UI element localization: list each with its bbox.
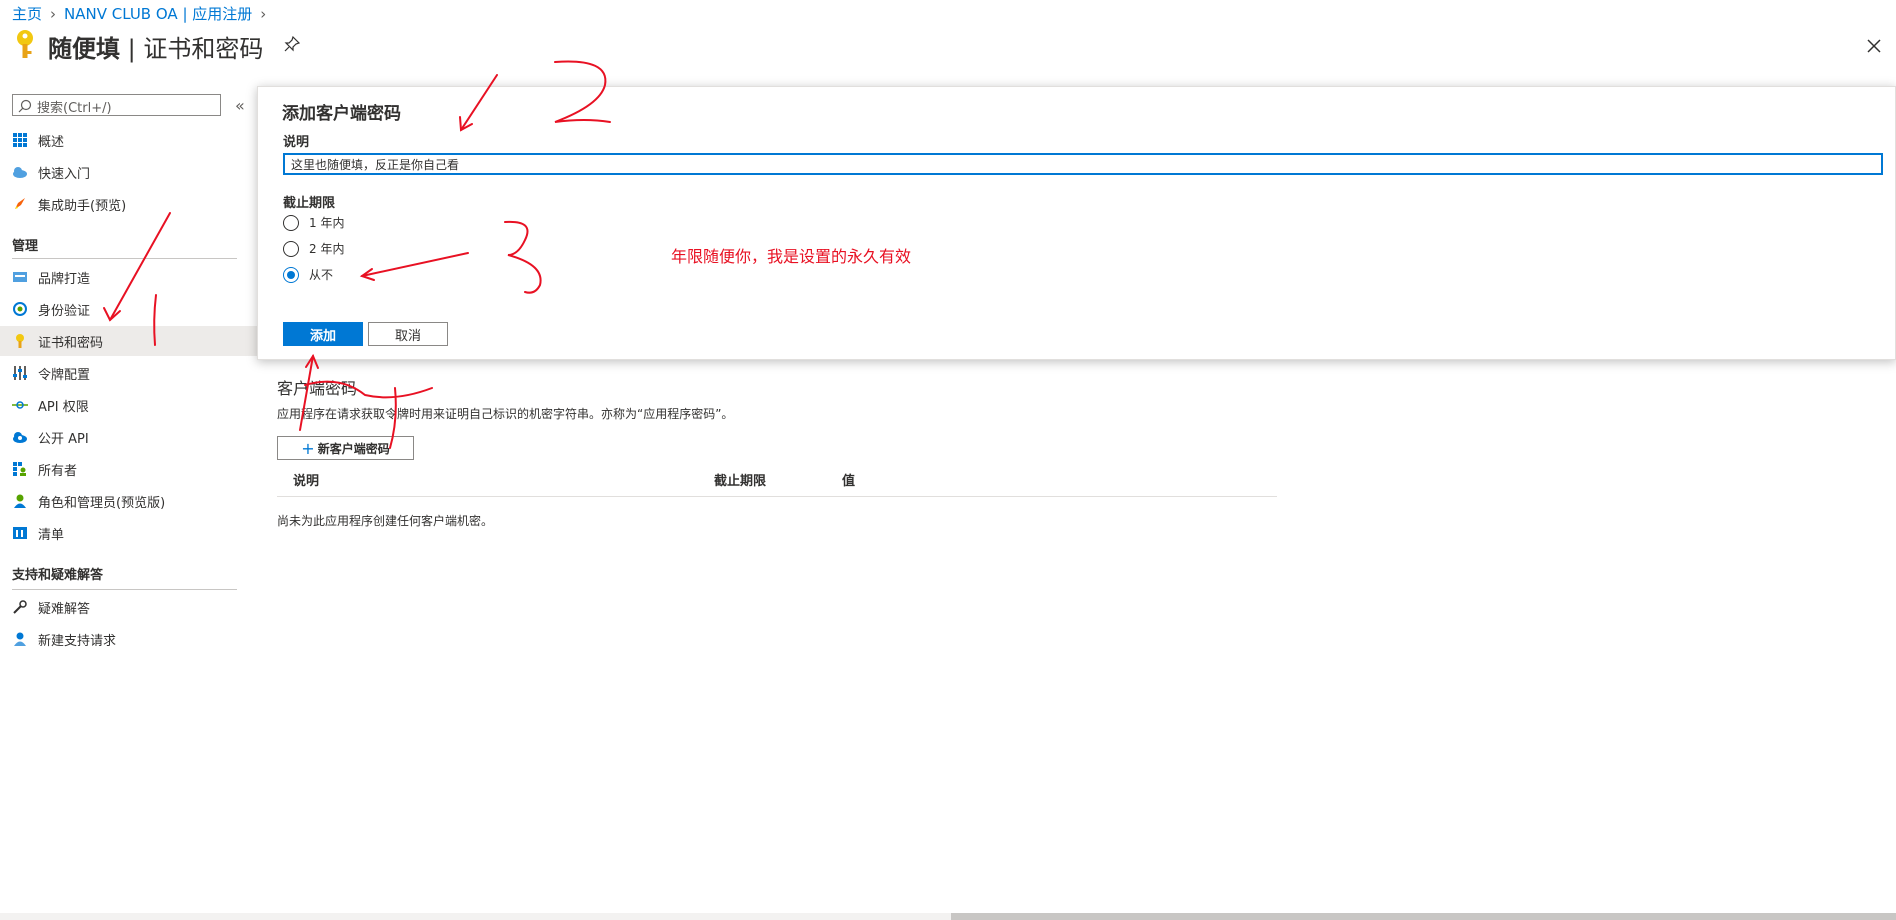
key-icon (12, 29, 38, 63)
add-button[interactable]: 添加 (283, 322, 363, 346)
breadcrumb-app-link[interactable]: NANV CLUB OA | 应用注册 (64, 5, 252, 23)
column-header-description: 说明 (293, 474, 320, 489)
sidebar-item-quickstart[interactable]: 快速入门 (0, 157, 257, 187)
option-label: 1 年内 (309, 216, 345, 230)
sidebar-item-troubleshooting[interactable]: 疑难解答 (0, 592, 257, 622)
search-icon (18, 98, 32, 117)
rocket-icon (12, 196, 28, 212)
table-divider (277, 496, 1277, 497)
sidebar-item-label: 令牌配置 (38, 367, 91, 383)
sidebar-item-roles-admins[interactable]: 角色和管理员(预览版) (0, 486, 257, 516)
sidebar-item-label: 疑难解答 (38, 601, 91, 617)
option-label: 从不 (309, 268, 334, 282)
annotation-note: 年限随便你，我是设置的永久有效 (671, 247, 912, 266)
sidebar-item-authentication[interactable]: 身份验证 (0, 294, 257, 324)
sidebar-item-label: 身份验证 (38, 303, 91, 319)
description-input[interactable] (283, 153, 1883, 175)
empty-state-message: 尚未为此应用程序创建任何客户端机密。 (277, 514, 494, 528)
chevron-right-icon: › (50, 5, 57, 23)
sidebar-item-new-support-request[interactable]: 新建支持请求 (0, 624, 257, 654)
support-person-icon (12, 631, 28, 647)
sidebar-item-label: 所有者 (38, 463, 78, 479)
scrollbar-thumb[interactable] (951, 913, 1896, 920)
branding-icon (12, 269, 28, 285)
page-header: 随便填 | 证书和密码 (12, 28, 263, 64)
sidebar-item-label: 清单 (38, 527, 65, 543)
cancel-button[interactable]: 取消 (368, 322, 448, 346)
radio-button[interactable] (283, 240, 299, 257)
sidebar-item-token-configuration[interactable]: 令牌配置 (0, 358, 257, 388)
new-client-secret-button[interactable]: + 新客户端密码 (277, 436, 414, 460)
manifest-icon (12, 525, 28, 541)
sidebar-item-manifest[interactable]: 清单 (0, 518, 257, 548)
sidebar-item-label: 角色和管理员(预览版) (38, 495, 166, 511)
token-icon (12, 365, 28, 381)
collapse-icon[interactable]: « (235, 96, 245, 115)
expires-option-2-years[interactable]: 2 年内 (283, 240, 344, 257)
close-icon[interactable] (1866, 38, 1882, 58)
page-name: 证书和密码 (143, 34, 264, 63)
expires-option-1-year[interactable]: 1 年内 (283, 214, 344, 231)
sidebar-item-label: 新建支持请求 (38, 633, 117, 649)
client-secrets-heading: 客户端密码 (277, 379, 358, 398)
sidebar-item-label: 公开 API (38, 431, 89, 447)
column-header-value: 值 (842, 474, 856, 489)
page-title: 随便填 | 证书和密码 (48, 29, 263, 64)
app-name: 随便填 (48, 34, 120, 63)
client-secrets-description: 应用程序在请求获取令牌时用来证明自己标识的机密字符串。亦称为“应用程序密码”。 (277, 407, 734, 421)
option-label: 2 年内 (309, 242, 345, 256)
key-icon (12, 333, 28, 349)
sidebar-item-certificates-secrets[interactable]: 证书和密码 (0, 326, 257, 356)
sidebar-item-label: 集成助手(预览) (38, 198, 127, 214)
sidebar-item-label: 快速入门 (38, 166, 91, 182)
api-permissions-icon (12, 397, 28, 413)
grid-icon (12, 132, 28, 148)
sidebar-item-label: API 权限 (38, 399, 89, 415)
sidebar-item-expose-api[interactable]: 公开 API (0, 422, 257, 452)
auth-icon (12, 301, 28, 317)
roles-icon (12, 493, 28, 509)
new-client-secret-label: 新客户端密码 (317, 441, 390, 456)
breadcrumb-home-link[interactable]: 主页 (12, 5, 42, 23)
section-manage: 管理 (12, 239, 39, 254)
sidebar-item-integration-assistant[interactable]: 集成助手(预览) (0, 189, 257, 219)
cloud-api-icon (12, 429, 28, 445)
radio-button[interactable] (283, 214, 299, 231)
pin-icon[interactable] (284, 35, 301, 56)
dialog-title: 添加客户端密码 (282, 104, 401, 124)
owners-icon (12, 461, 28, 477)
description-label: 说明 (283, 135, 310, 150)
expires-label: 截止期限 (283, 196, 336, 211)
sidebar-item-label: 品牌打造 (38, 271, 91, 287)
column-header-expires: 截止期限 (714, 474, 767, 489)
title-divider: | (120, 34, 144, 63)
sidebar-item-branding[interactable]: 品牌打造 (0, 262, 257, 292)
section-divider (12, 589, 237, 590)
radio-button-selected[interactable] (283, 266, 299, 283)
section-divider (12, 258, 237, 259)
section-support: 支持和疑难解答 (12, 568, 104, 583)
search-input[interactable]: 搜索(Ctrl+/) (12, 94, 221, 116)
search-placeholder: 搜索(Ctrl+/) (37, 101, 112, 116)
add-client-secret-dialog (257, 86, 1896, 360)
plus-icon: + (301, 438, 315, 458)
expires-option-never[interactable]: 从不 (283, 266, 333, 283)
wrench-icon (12, 599, 28, 615)
sidebar-item-owners[interactable]: 所有者 (0, 454, 257, 484)
sidebar-item-overview[interactable]: 概述 (0, 125, 257, 155)
sidebar-item-label: 概述 (38, 134, 65, 150)
chevron-right-icon: › (260, 5, 267, 23)
breadcrumb: 主页 › NANV CLUB OA | 应用注册 › (12, 3, 274, 24)
sidebar-item-api-permissions[interactable]: API 权限 (0, 390, 257, 420)
cloud-icon (12, 164, 28, 180)
sidebar-item-label: 证书和密码 (38, 335, 104, 351)
